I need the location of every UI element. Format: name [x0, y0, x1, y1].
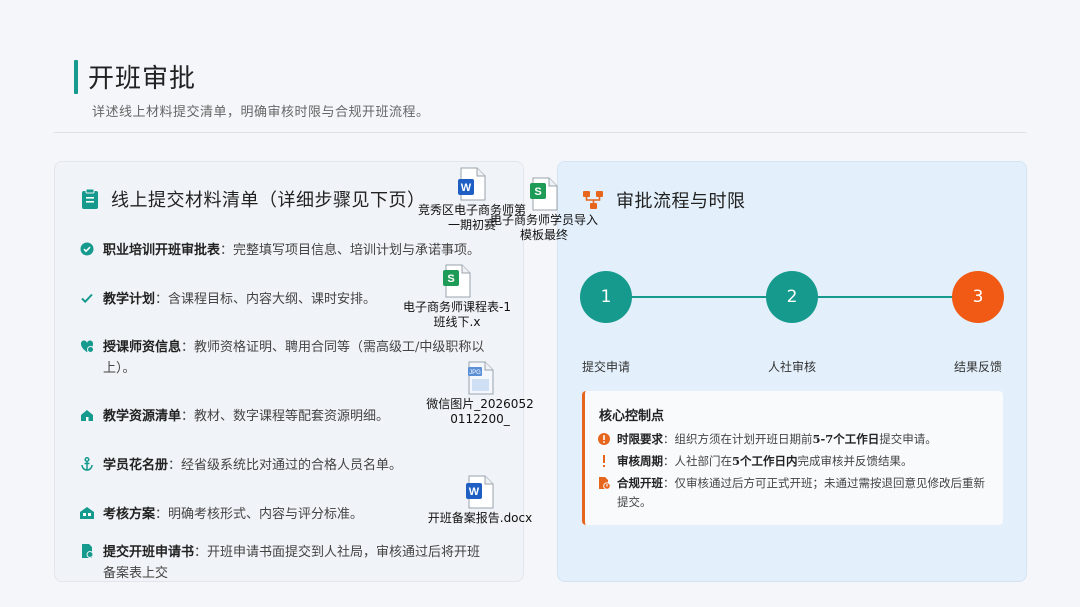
approval-card-header: 审批流程与时限	[582, 187, 746, 213]
file-name: 电子商务师课程表-1班线下.x	[403, 300, 511, 329]
item-text: ：教材、数字课程等配套资源明细。	[181, 409, 390, 424]
control-bold: 5个工作日内	[732, 454, 798, 468]
item-text: ：含课程目标、内容大纲、课时安排。	[155, 292, 377, 307]
control-text: 提交申请。	[879, 432, 937, 446]
item-key: 学员花名册	[103, 458, 169, 473]
svg-text:W: W	[469, 486, 480, 498]
anchor-icon	[81, 456, 93, 471]
control-key: 时限要求	[617, 432, 663, 446]
file-name: 开班备案报告.docx	[427, 511, 533, 525]
control-bold: 5-7个工作日	[812, 432, 880, 446]
check-circle-icon	[80, 242, 94, 256]
image-file-icon: JPG	[468, 361, 494, 395]
step-1-label: 提交申请	[582, 360, 631, 374]
step-2-circle: 2	[766, 271, 818, 323]
item-text: ：明确考核形式、内容与评分标准。	[155, 507, 364, 522]
control-key: 审核周期	[617, 454, 663, 468]
item-key: 教学计划	[103, 292, 156, 307]
control-row: 时限要求：组织方须在计划开班日期前5-7个工作日提交申请。	[597, 430, 992, 449]
item-text: ：完整填写项目信息、培训计划与承诺事项。	[220, 243, 481, 258]
exclamation-icon	[603, 455, 605, 467]
step-1-circle: 1	[580, 271, 632, 323]
spreadsheet-file-icon: S	[443, 264, 471, 298]
check-icon	[81, 293, 93, 304]
item-key: 职业培训开班审批表	[103, 243, 221, 258]
file-name: 电子商务师学员导入模板最终	[489, 213, 598, 242]
file-badge: JPG	[469, 370, 481, 376]
approval-flow-card: 审批流程与时限 1 2 3 提交申请 人社审核 结果反馈 核心控制点 时限要求：…	[557, 161, 1027, 582]
word-file-icon: W	[466, 475, 494, 509]
list-item: 学员花名册：经省级系统比对通过的合格人员名单。	[79, 455, 489, 476]
document-warning-icon	[599, 477, 611, 490]
spreadsheet-file-icon: S	[530, 177, 558, 211]
step-3-label: 结果反馈	[954, 360, 1003, 374]
title-accent-bar	[74, 60, 78, 94]
control-text: ：人社部门在	[663, 454, 732, 468]
home-icon	[81, 410, 93, 421]
materials-card-header: 线上提交材料清单（详细步骤见下页）	[81, 186, 426, 212]
item-text: ：经省级系统比对通过的合格人员名单。	[168, 458, 403, 473]
exam-building-icon	[80, 507, 94, 519]
desktop-file[interactable]: S 电子商务师课程表-1班线下.x	[402, 264, 512, 330]
control-title: 核心控制点	[599, 409, 665, 424]
alert-circle-icon	[598, 433, 610, 445]
page-title: 开班审批	[88, 64, 197, 94]
word-file-icon: W	[458, 167, 486, 201]
control-key: 合规开班	[617, 476, 663, 490]
svg-text:S: S	[534, 186, 541, 198]
teacher-heart-icon	[80, 340, 94, 353]
approval-card-title: 审批流程与时限	[616, 191, 746, 212]
document-send-icon	[82, 544, 94, 558]
page-subtitle: 详述线上材料提交清单，明确审核时限与合规开班流程。	[92, 105, 430, 120]
clipboard-icon	[82, 188, 98, 209]
core-control-box: 核心控制点 时限要求：组织方须在计划开班日期前5-7个工作日提交申请。 审核周期…	[582, 391, 1003, 525]
desktop-file[interactable]: JPG 微信图片_20260520112200_	[425, 361, 535, 427]
control-text: 完成审核并反馈结果。	[797, 454, 913, 468]
list-item: 职业培训开班审批表：完整填写项目信息、培训计划与承诺事项。	[79, 240, 489, 261]
item-key: 授课师资信息	[103, 340, 182, 355]
header-divider	[54, 132, 1026, 133]
control-row: 合规开班：仅审核通过后方可正式开班；未通过需按退回意见修改后重新提交。	[597, 474, 992, 512]
control-row: 审核周期：人社部门在5个工作日内完成审核并反馈结果。	[597, 452, 992, 471]
item-key: 提交开班申请书	[103, 545, 195, 560]
svg-text:S: S	[447, 273, 454, 285]
list-item: 提交开班申请书：开班申请书面提交到人社局，审核通过后将开班备案表上交	[79, 542, 489, 584]
file-name: 微信图片_20260520112200_	[426, 397, 534, 426]
control-text: ：仅审核通过后方可正式开班；未通过需按退回意见修改后重新提交。	[617, 476, 985, 509]
desktop-file[interactable]: W 开班备案报告.docx	[425, 475, 535, 526]
step-2-label: 人社审核	[768, 360, 817, 374]
control-text: ：组织方须在计划开班日期前	[663, 432, 813, 446]
item-key: 考核方案	[103, 507, 156, 522]
step-3-circle: 3	[952, 271, 1004, 323]
svg-text:W: W	[461, 182, 472, 194]
item-key: 教学资源清单	[103, 409, 182, 424]
desktop-file[interactable]: S 电子商务师学员导入模板最终	[489, 177, 599, 243]
materials-card-title: 线上提交材料清单（详细步骤见下页）	[111, 190, 426, 211]
